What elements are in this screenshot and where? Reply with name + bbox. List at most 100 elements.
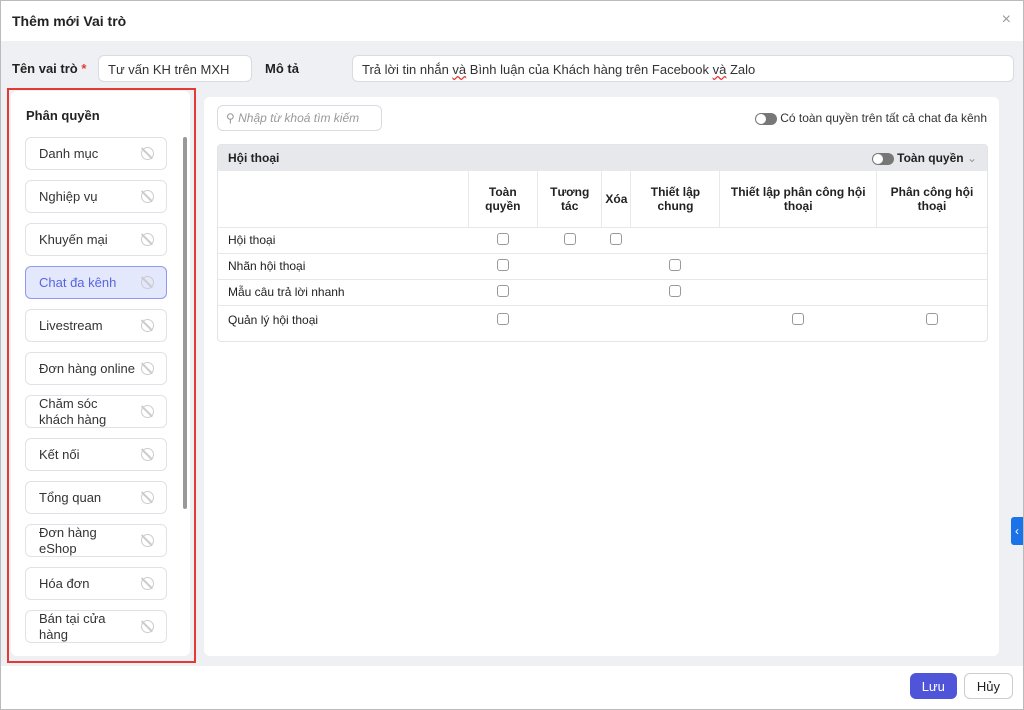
sidebar-item[interactable]: Tổng quan (25, 481, 167, 514)
cell (631, 305, 720, 341)
sidebar-item[interactable]: Bán tại cửa hàng (25, 610, 167, 643)
sidebar-item[interactable]: Hóa đơn (25, 567, 167, 600)
section-full-access-toggle[interactable] (871, 152, 894, 165)
sidebar-item-label: Danh mục (39, 145, 99, 161)
permission-panel: ⚲ Nhập từ khoá tìm kiếm Có toàn quyền tr… (204, 97, 999, 656)
cell (720, 305, 876, 341)
collapse-panel-tab[interactable]: ‹ (1011, 517, 1023, 545)
row-label: Mẫu câu trả lời nhanh (218, 279, 468, 306)
desc-text: và (712, 62, 727, 77)
sidebar-item-label: Bán tại cửa hàng (39, 610, 106, 642)
desc-text: Bình luận của Khách hàng trên Facebook (466, 62, 713, 77)
column-header: Phân công hội thoại (875, 171, 987, 228)
permission-checkbox[interactable] (496, 232, 509, 245)
permission-checkbox[interactable] (496, 312, 509, 325)
search-input[interactable]: ⚲ Nhập từ khoá tìm kiếm (217, 105, 382, 131)
hidden-icon[interactable] (141, 233, 154, 246)
cell (601, 279, 631, 306)
table-row: Hội thoại (218, 227, 987, 254)
cell (876, 279, 987, 306)
permission-checkbox[interactable] (610, 232, 623, 245)
row-label: Hội thoại (218, 227, 468, 254)
sidebar-item[interactable]: Chăm sóc khách hàng (25, 395, 167, 428)
chevron-down-icon[interactable]: ⌄ (967, 151, 977, 165)
hidden-icon[interactable] (141, 534, 154, 547)
section-header[interactable]: Hội thoại Toàn quyền ⌄ (218, 145, 987, 171)
sidebar-item[interactable]: Khuyến mại (25, 223, 167, 256)
row-label: Nhãn hội thoại (218, 253, 468, 280)
hidden-icon[interactable] (141, 147, 154, 160)
desc-text: và (452, 62, 467, 77)
permission-checkbox[interactable] (563, 232, 576, 245)
permission-checkbox[interactable] (496, 284, 509, 297)
hidden-icon[interactable] (141, 405, 154, 418)
description-input[interactable]: Trả lời tin nhắn và Bình luận của Khách … (352, 55, 1014, 82)
chevron-left-icon: ‹ (1015, 524, 1019, 538)
sidebar-item[interactable]: Đơn hàng eShop (25, 524, 167, 557)
permission-checkbox[interactable] (669, 284, 682, 297)
row-label: Quản lý hội thoại (228, 312, 319, 327)
cell (719, 279, 877, 306)
toggle-label: Có toàn quyền trên tất cả chat đa kênh (780, 111, 987, 125)
role-name-label-text: Tên vai trò (12, 61, 78, 76)
cell (537, 253, 602, 280)
column-header: Thiết lập phân công hội thoại (719, 171, 877, 228)
permission-checkbox[interactable] (925, 312, 938, 325)
column-header: Toàn quyền (467, 171, 538, 228)
permission-checkbox[interactable] (669, 258, 682, 271)
cell (601, 253, 631, 280)
role-name-input[interactable]: Tư vấn KH trên MXH (98, 55, 252, 82)
column-header: Xóa (601, 171, 631, 228)
cell (876, 305, 987, 341)
permission-checkbox[interactable] (496, 258, 509, 271)
cell (876, 253, 987, 280)
dialog-body: Tên vai trò * Tư vấn KH trên MXH Mô tả T… (1, 41, 1023, 666)
cell (468, 227, 538, 254)
sidebar-item-label: Chăm sóc khách hàng (39, 395, 107, 427)
hidden-icon[interactable] (141, 276, 154, 289)
sidebar-item[interactable]: Danh mục (25, 137, 167, 170)
description-label: Mô tả (265, 61, 299, 76)
role-name-label: Tên vai trò * (12, 61, 86, 76)
hidden-icon[interactable] (141, 362, 154, 375)
table-row: Quản lý hội thoại (218, 305, 987, 341)
hidden-icon[interactable] (141, 190, 154, 203)
hidden-icon[interactable] (141, 577, 154, 590)
cell (537, 279, 602, 306)
scrollbar[interactable] (183, 137, 187, 509)
sidebar-item[interactable]: Nghiệp vụ (25, 180, 167, 213)
sidebar-item[interactable]: Chat đa kênh (25, 266, 167, 299)
sidebar-item[interactable]: Kết nối (25, 438, 167, 471)
close-icon[interactable]: × (1002, 11, 1011, 29)
cancel-button[interactable]: Hủy (963, 673, 1013, 699)
search-placeholder: Nhập từ khoá tìm kiếm (238, 111, 360, 125)
cell (719, 227, 877, 254)
hidden-icon[interactable] (141, 319, 154, 332)
sidebar-item-label: Khuyến mại (39, 231, 108, 247)
desc-text: Trả lời tin nhắn (362, 62, 453, 77)
sidebar-item[interactable]: Livestream (25, 309, 167, 342)
toggle-switch[interactable] (754, 112, 777, 125)
hidden-icon[interactable] (141, 448, 154, 461)
sidebar-item-label: Hóa đơn (39, 575, 90, 591)
permission-checkbox[interactable] (792, 312, 805, 325)
cell (468, 253, 538, 280)
dialog-header: Thêm mới Vai trò × (1, 1, 1023, 41)
permission-table: Hội thoại Toàn quyền ⌄ Toàn quyền Tương t… (217, 144, 988, 342)
column-header: Tương tác (537, 171, 602, 228)
cell (602, 305, 631, 341)
sidebar-item-label: Đơn hàng eShop (39, 524, 97, 556)
cell (630, 279, 720, 306)
hidden-icon[interactable] (141, 491, 154, 504)
cell (630, 253, 720, 280)
dialog-footer: Lưu Hủy (909, 673, 1013, 699)
sidebar-item[interactable]: Đơn hàng online (25, 352, 167, 385)
sidebar-item-label: Kết nối (39, 446, 80, 462)
hidden-icon[interactable] (141, 620, 154, 633)
sidebar-item-label: Livestream (39, 317, 103, 333)
cell (538, 305, 602, 341)
column-header-empty (218, 171, 468, 228)
dialog-title: Thêm mới Vai trò (12, 13, 127, 29)
save-button[interactable]: Lưu (909, 673, 957, 699)
full-access-all-toggle[interactable]: Có toàn quyền trên tất cả chat đa kênh (754, 111, 987, 125)
